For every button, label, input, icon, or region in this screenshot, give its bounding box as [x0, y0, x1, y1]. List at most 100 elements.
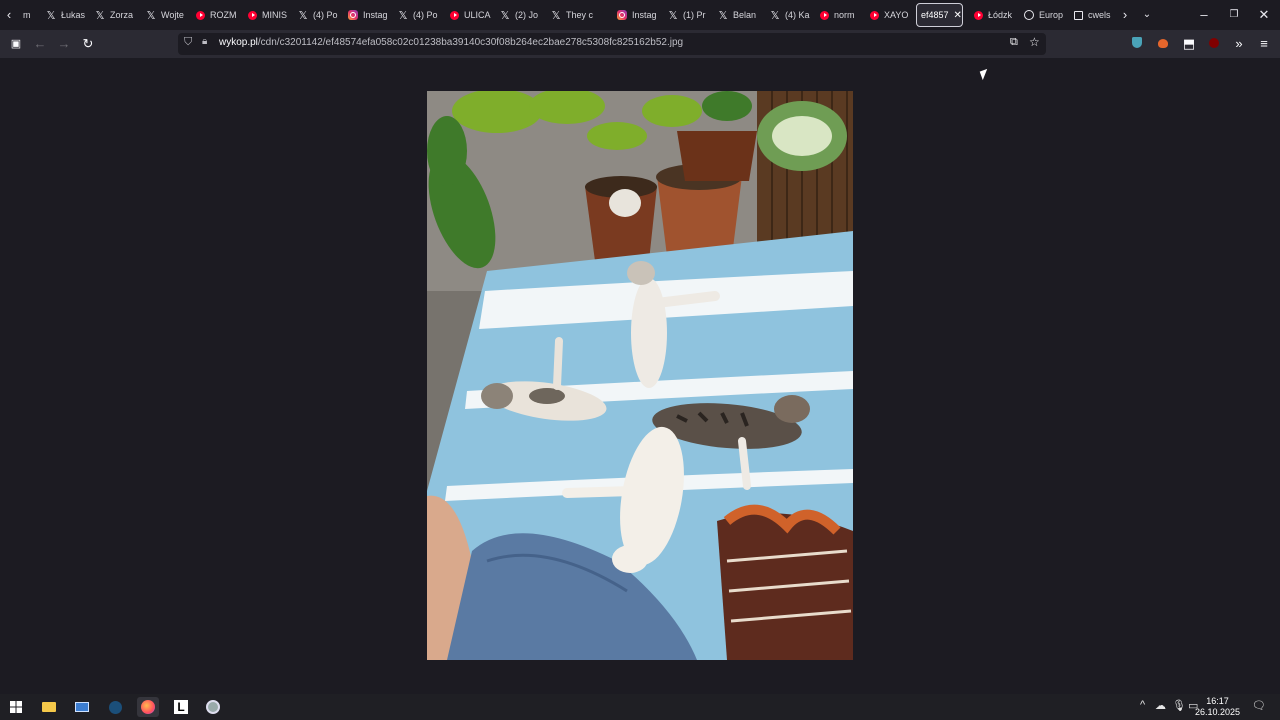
tab-12[interactable]: Instag: [617, 3, 662, 27]
steam-icon[interactable]: [104, 697, 126, 717]
tab-3[interactable]: 𝕏 Wojte: [146, 3, 191, 27]
globe-icon: [1024, 10, 1034, 20]
onedrive-icon[interactable]: ☁: [1155, 699, 1166, 712]
sheet-icon: [1074, 10, 1083, 20]
tab-label: (4) Ka: [785, 10, 810, 20]
tab-label: Zorza: [110, 10, 134, 20]
system-clock[interactable]: 16:17 26.10.2025: [1195, 696, 1240, 718]
youtube-icon: [974, 10, 983, 20]
hamburger-menu-icon[interactable]: ≡: [1255, 35, 1273, 53]
tab-13[interactable]: 𝕏 (1) Pr: [668, 3, 713, 27]
x-icon: 𝕏: [770, 9, 780, 22]
tab-label: Wojte: [161, 10, 184, 20]
youtube-icon: [450, 10, 459, 20]
forward-button[interactable]: →: [55, 35, 73, 53]
tab-2[interactable]: 𝕏 Zorza: [95, 3, 140, 27]
tab-label: ROZM: [210, 10, 237, 20]
tray-overflow-icon[interactable]: ^: [1140, 699, 1145, 711]
windows-taskbar: L ^ ☁ 🎙︎ ▭ 16:17 26.10.2025 🗨︎: [0, 694, 1280, 720]
tab-label: Łódzk: [988, 10, 1013, 20]
list-all-tabs-button[interactable]: ⌄: [1138, 6, 1156, 24]
clock-time: 16:17: [1206, 696, 1229, 706]
reload-button[interactable]: ↻: [79, 35, 97, 53]
tab-16[interactable]: norm: [820, 3, 865, 27]
instagram-icon: [348, 10, 358, 20]
tab-11[interactable]: 𝕏 They c: [551, 3, 609, 27]
extensions-puzzle-icon[interactable]: ⬒: [1180, 35, 1198, 53]
back-button[interactable]: ←: [31, 35, 49, 53]
tab-label: (1) Pr: [683, 10, 706, 20]
scroll-tabs-right-button[interactable]: ›: [1116, 6, 1134, 24]
microphone-icon[interactable]: 🎙︎: [1172, 699, 1186, 712]
file-explorer-icon[interactable]: [38, 697, 60, 717]
tab-label: XAYO: [884, 10, 909, 20]
remote-desktop-icon[interactable]: [71, 697, 93, 717]
url-text[interactable]: wykop.pl/cdn/c3201142/ef48574efa058c02c0…: [219, 37, 683, 48]
youtube-icon: [196, 10, 205, 20]
image-viewer: [0, 58, 1280, 694]
x-icon: 𝕏: [500, 9, 510, 22]
instagram-icon: [617, 10, 627, 20]
tab-label: Belan: [733, 10, 757, 20]
app-l-icon[interactable]: L: [170, 697, 192, 717]
url-path: /cdn/c3201142/ef48574efa058c02c01238ba39…: [257, 37, 684, 48]
shield-extension-icon[interactable]: [1128, 35, 1146, 53]
youtube-icon: [248, 10, 257, 20]
tab-label: ULICA: [464, 10, 491, 20]
reader-view-icon[interactable]: ⧉: [1010, 36, 1018, 49]
bookmark-star-icon[interactable]: ☆: [1029, 35, 1040, 49]
tab-19[interactable]: Łódzk: [974, 3, 1019, 27]
tab-20[interactable]: Europ: [1024, 3, 1069, 27]
x-icon: 𝕏: [398, 9, 408, 22]
tab-label: Europ: [1039, 10, 1064, 20]
tab-9[interactable]: ULICA: [450, 3, 495, 27]
ublock-extension-icon[interactable]: [1205, 35, 1223, 53]
tab-label: Instag: [632, 10, 657, 20]
scroll-tabs-left-button[interactable]: ‹: [0, 6, 18, 24]
restore-button[interactable]: ❐: [1225, 6, 1243, 24]
tab-strip: ‹ m 𝕏 Łukas 𝕏 Zorza 𝕏 Wojte ROZM MINIS 𝕏 (4) Po Ins…: [0, 0, 1280, 30]
tab-label: cwels: [1088, 10, 1111, 20]
tab-label: (2) Jo: [515, 10, 539, 20]
lock-icon[interactable]: 🔒︎: [202, 36, 207, 47]
tab-10[interactable]: 𝕏 (2) Jo: [500, 3, 545, 27]
navigation-toolbar: ▣ ← → ↻ ⛉ 🔒︎ wykop.pl/cdn/c3201142/ef485…: [0, 30, 1280, 58]
tab-4[interactable]: ROZM: [196, 3, 241, 27]
tab-8[interactable]: 𝕏 (4) Po: [398, 3, 443, 27]
minimize-button[interactable]: –: [1195, 6, 1213, 24]
tab-18[interactable]: ef4857 ✕: [916, 3, 963, 27]
tab-close-icon[interactable]: ✕: [954, 10, 962, 21]
address-bar[interactable]: ⛉ 🔒︎ wykop.pl/cdn/c3201142/ef48574efa058…: [178, 33, 1046, 55]
x-icon: 𝕏: [46, 9, 56, 22]
app-disc-icon[interactable]: [202, 697, 224, 717]
tab-label: They c: [566, 10, 594, 20]
close-window-button[interactable]: ✕: [1255, 6, 1273, 24]
overflow-menu-icon[interactable]: »: [1230, 35, 1248, 53]
x-icon: 𝕏: [668, 9, 678, 22]
sidebar-toggle-icon[interactable]: ▣: [7, 35, 25, 53]
tab-label: m: [23, 10, 31, 20]
notifications-icon[interactable]: 🗨︎: [1252, 699, 1266, 712]
x-icon: 𝕏: [551, 9, 561, 22]
fox-extension-icon[interactable]: [1154, 35, 1172, 53]
youtube-icon: [820, 10, 829, 20]
windows-start-icon[interactable]: [5, 697, 27, 717]
tab-7[interactable]: Instag: [348, 3, 393, 27]
tab-label: (4) Po: [313, 10, 338, 20]
tab-14[interactable]: 𝕏 Belan: [718, 3, 763, 27]
tab-1[interactable]: 𝕏 Łukas: [46, 3, 91, 27]
tab-21[interactable]: cwels: [1074, 3, 1119, 27]
x-icon: 𝕏: [718, 9, 728, 22]
tab-label: Łukas: [61, 10, 86, 20]
x-icon: 𝕏: [146, 9, 156, 22]
photo-illustration: [427, 91, 853, 660]
tab-label: (4) Po: [413, 10, 438, 20]
tab-5[interactable]: MINIS: [248, 3, 293, 27]
firefox-taskbar-icon[interactable]: [137, 697, 159, 717]
tab-6[interactable]: 𝕏 (4) Po: [298, 3, 343, 27]
tracking-protection-icon[interactable]: ⛉: [184, 36, 192, 49]
tab-15[interactable]: 𝕏 (4) Ka: [770, 3, 815, 27]
cat-photo[interactable]: [427, 91, 853, 660]
tab-17[interactable]: XAYO: [870, 3, 915, 27]
tab-0[interactable]: m: [18, 3, 40, 27]
